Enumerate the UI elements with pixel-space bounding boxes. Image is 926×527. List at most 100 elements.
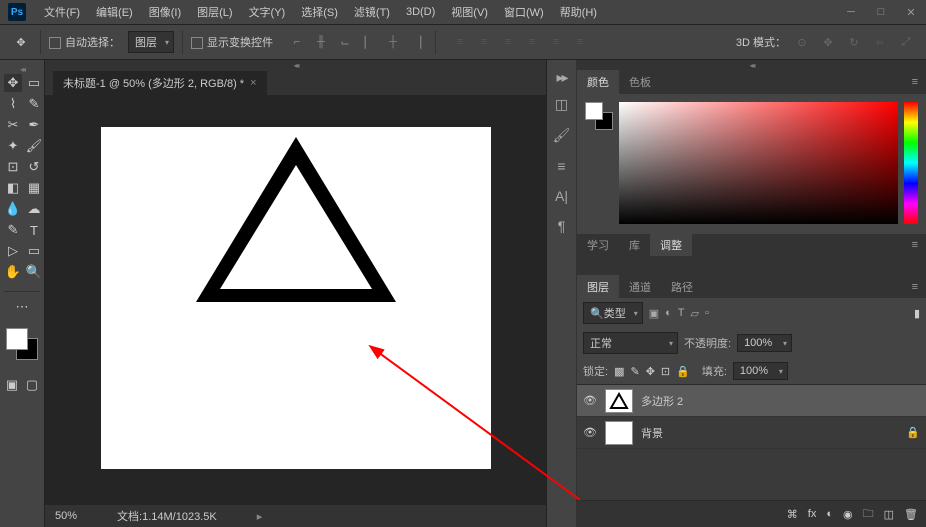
layer-name[interactable]: 多边形 2 <box>641 393 683 409</box>
filter-smart-icon[interactable]: ▫ <box>705 307 709 319</box>
lock-all-icon[interactable]: 🔒 <box>676 365 690 378</box>
menu-3d[interactable]: 3D(D) <box>398 2 443 22</box>
paragraph-panel-icon[interactable]: ¶ <box>558 218 566 234</box>
lock-artboard-icon[interactable]: ⊡ <box>661 365 670 378</box>
edit-toolbar-icon[interactable]: ⋯ <box>13 298 31 316</box>
blend-mode-dropdown[interactable]: 正常 <box>583 332 678 354</box>
menu-file[interactable]: 文件(F) <box>36 0 88 24</box>
tab-color[interactable]: 颜色 <box>577 70 619 94</box>
layer-row[interactable]: 👁 多边形 2 <box>577 385 926 417</box>
lock-pixels-icon[interactable]: ▩ <box>614 365 624 378</box>
hand-tool[interactable]: ✋ <box>4 263 22 281</box>
shape-tool[interactable]: ▭ <box>25 242 43 260</box>
eyedropper-tool[interactable]: ✒ <box>25 116 43 134</box>
color-swatches[interactable] <box>6 328 38 360</box>
gradient-tool[interactable]: ▦ <box>25 179 43 197</box>
panel-menu-icon[interactable]: ≡ <box>904 281 926 293</box>
foreground-color[interactable] <box>6 328 28 350</box>
filter-type-icon[interactable]: T <box>678 307 685 319</box>
marquee-tool[interactable]: ▭ <box>25 74 43 92</box>
hue-slider[interactable] <box>904 102 918 224</box>
tab-learn[interactable]: 学习 <box>577 233 619 257</box>
menu-view[interactable]: 视图(V) <box>443 0 496 24</box>
distribute-icon[interactable]: ≡ <box>570 32 590 52</box>
minimize-button[interactable]: ─ <box>836 2 866 22</box>
opacity-input[interactable]: 100% <box>737 334 792 352</box>
menu-edit[interactable]: 编辑(E) <box>88 0 141 24</box>
screenmode-tool[interactable]: ▢ <box>24 376 40 394</box>
character-panel-icon[interactable]: A| <box>555 188 568 204</box>
tab-libraries[interactable]: 库 <box>619 233 650 257</box>
collapse-grip[interactable]: ▸▸ <box>556 72 566 82</box>
tab-swatches[interactable]: 色板 <box>619 70 661 94</box>
auto-select-target-dropdown[interactable]: 图层 <box>128 31 174 53</box>
panel-menu-icon[interactable]: ≡ <box>904 239 926 251</box>
zoom-tool[interactable]: 🔍 <box>25 263 43 281</box>
tab-paths[interactable]: 路径 <box>661 275 703 299</box>
align-vcenter-icon[interactable]: ╫ <box>311 32 331 52</box>
3d-orbit-icon[interactable]: ⊙ <box>792 32 812 52</box>
distribute-icon[interactable]: ≡ <box>450 32 470 52</box>
fill-input[interactable]: 100% <box>733 362 788 380</box>
canvas[interactable] <box>101 127 491 469</box>
tab-adjustments[interactable]: 调整 <box>650 233 692 257</box>
panel-color-swatches[interactable] <box>585 102 613 130</box>
align-top-icon[interactable]: ⌐ <box>287 32 307 52</box>
distribute-icon[interactable]: ≡ <box>498 32 518 52</box>
layer-thumbnail[interactable] <box>605 421 633 445</box>
delete-layer-icon[interactable]: 🗑 <box>904 508 918 521</box>
polygon-shape[interactable] <box>196 137 396 312</box>
history-panel-icon[interactable]: ◫ <box>555 96 568 113</box>
tab-layers[interactable]: 图层 <box>577 275 619 299</box>
path-select-tool[interactable]: ▷ <box>4 242 22 260</box>
document-tab[interactable]: 未标题-1 @ 50% (多边形 2, RGB/8) * × <box>53 71 267 95</box>
filter-toggle[interactable]: ▮ <box>914 307 920 320</box>
dodge-tool[interactable]: ☁ <box>25 200 43 218</box>
layer-name[interactable]: 背景 <box>641 425 663 441</box>
healing-tool[interactable]: ✦ <box>4 137 22 155</box>
tab-channels[interactable]: 通道 <box>619 275 661 299</box>
quickmask-tool[interactable]: ▣ <box>4 376 20 394</box>
menu-image[interactable]: 图像(I) <box>141 0 189 24</box>
new-fill-icon[interactable]: ◉ <box>843 508 853 521</box>
blur-tool[interactable]: 💧 <box>4 200 22 218</box>
menu-window[interactable]: 窗口(W) <box>496 0 552 24</box>
move-tool[interactable]: ✥ <box>4 74 22 92</box>
quick-select-tool[interactable]: ✎ <box>25 95 43 113</box>
brush-panel-icon[interactable]: 🖌 <box>553 127 571 144</box>
close-button[interactable]: ✕ <box>896 2 926 22</box>
visibility-toggle-icon[interactable]: 👁 <box>583 394 597 407</box>
color-field[interactable] <box>619 102 898 224</box>
3d-roll-icon[interactable]: ↻ <box>844 32 864 52</box>
doc-info[interactable]: 文档:1.14M/1023.5K <box>117 508 217 524</box>
align-bottom-icon[interactable]: ⌙ <box>335 32 355 52</box>
pen-tool[interactable]: ✎ <box>4 221 22 239</box>
brush-tool[interactable]: 🖌 <box>25 137 43 155</box>
3d-pan-icon[interactable]: ✥ <box>818 32 838 52</box>
zoom-level[interactable]: 50% <box>55 510 77 522</box>
align-right-icon[interactable]: ▕ <box>407 32 427 52</box>
menu-layer[interactable]: 图层(L) <box>189 0 240 24</box>
layer-fx-icon[interactable]: fx <box>808 508 817 520</box>
3d-scale-icon[interactable]: ⤢ <box>896 32 916 52</box>
panel-fg-color[interactable] <box>585 102 603 120</box>
visibility-toggle-icon[interactable]: 👁 <box>583 426 597 439</box>
lasso-tool[interactable]: ⌇ <box>4 95 22 113</box>
maximize-button[interactable]: □ <box>866 2 896 22</box>
type-tool[interactable]: T <box>25 221 43 239</box>
history-brush-tool[interactable]: ↺ <box>25 158 43 176</box>
auto-select-checkbox[interactable]: 自动选择： <box>49 34 120 50</box>
menu-type[interactable]: 文字(Y) <box>241 0 294 24</box>
collapse-grip[interactable]: ◂◂ <box>4 64 40 74</box>
distribute-icon[interactable]: ≡ <box>546 32 566 52</box>
panel-menu-icon[interactable]: ≡ <box>904 76 926 88</box>
menu-help[interactable]: 帮助(H) <box>552 0 605 24</box>
crop-tool[interactable]: ✂ <box>4 116 22 134</box>
close-tab-icon[interactable]: × <box>250 77 256 89</box>
new-layer-icon[interactable]: ◫ <box>884 508 894 521</box>
canvas-viewport[interactable] <box>45 95 546 505</box>
collapse-grip[interactable]: ◂◂ <box>577 60 926 70</box>
lock-move-icon[interactable]: ✥ <box>646 365 655 378</box>
new-group-icon[interactable]: 🗀 <box>863 505 874 524</box>
lock-position-icon[interactable]: ✎ <box>630 365 639 378</box>
